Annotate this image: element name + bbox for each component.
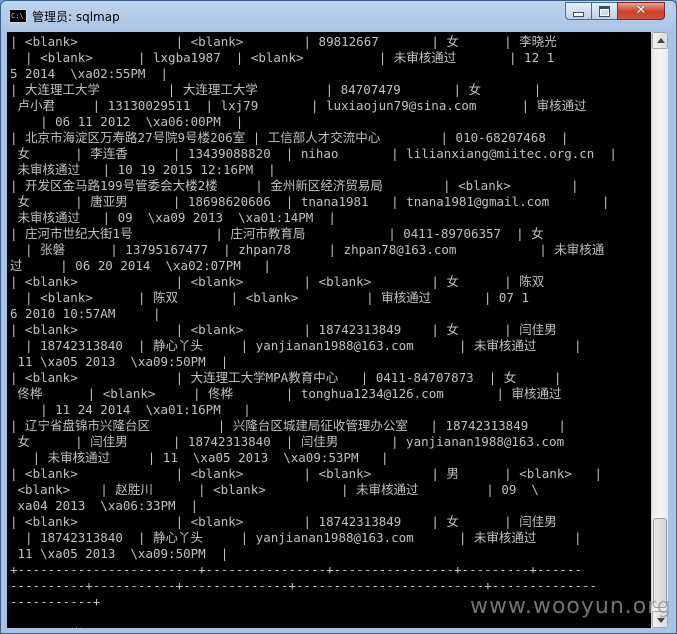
arrow-up-icon [657, 38, 665, 43]
console-line: 11 \xa05 2013 \xa09:50PM | [10, 546, 229, 561]
console-line: 女 | 唐亚男 | 18698620606 | tnana1981 | tnan… [10, 194, 610, 209]
console-line: | 未审核通过 | 11 \xa05 2013 \xa09:53PM | [10, 450, 389, 465]
console-line: | 11 24 2014 \xa01:16PM | [10, 402, 251, 417]
console-line: ----------+-----------+--------------+--… [10, 578, 597, 593]
close-button[interactable]: ✕ [617, 2, 665, 20]
console-line: | 18742313840 | 静心丫头 | yanjianan1988@163… [10, 338, 582, 353]
maximize-icon [599, 5, 610, 17]
console-line: | 辽宁省盘锦市兴隆台区 | 兴隆台区城建局征收管理办公室 | 18742313… [10, 418, 566, 433]
console-line: | 18742313840 | 静心丫头 | yanjianan1988@163… [10, 530, 582, 545]
cmd-icon[interactable]: C:\ [9, 9, 27, 23]
console-line: 卢小君 | 13130029511 | lxj79 | luxiaojun79@… [10, 98, 587, 113]
console-line: | <blank> | <blank> | 18742313849 | 女 | … [10, 514, 557, 529]
console-line: | <blank> | <blank> | 89812667 | 女 | 李晓光 [10, 34, 557, 49]
window-title: 管理员: sqlmap [32, 10, 120, 24]
console-output[interactable]: | <blank> | <blank> | 89812667 | 女 | 李晓光… [7, 32, 651, 628]
console-line: +------------------------+--------------… [10, 562, 582, 577]
console-line: 11 \xa05 2013 \xa09:50PM | [10, 354, 229, 369]
console-line: 6 2010 10:57AM | [10, 306, 161, 321]
watermark: www.wooyun.org [470, 594, 672, 619]
console-line: | 开发区金马路199号管委会大楼2楼 | 金州新区经济贸易局 | <blank… [10, 178, 579, 193]
minimize-icon [573, 12, 584, 17]
title-bar[interactable]: C:\ 管理员: sqlmap ✕ [1, 1, 676, 31]
console-line: | <blank> | 陈双 | <blank> | 审核通过 | 07 1 [10, 290, 530, 305]
console-line: | <blank> | 大连理工大学MPA教育中心 | 0411-8470787… [10, 370, 562, 385]
console-line: | <blank> | <blank> | 18742313849 | 女 | … [10, 322, 557, 337]
console-line: | <blank> | lxgba1987 | <blank> | 未审核通过 … [10, 50, 555, 65]
console-line: <blank> | 赵胜川 | <blank> | 未审核通过 | 09 \ [10, 482, 539, 497]
console-line: 过 | 06 20 2014 \xa02:07PM | [10, 258, 271, 273]
console-line: | 06 11 2012 \xa06:00PM | [10, 114, 244, 129]
console-line: 佟桦 | <blank> | 佟桦 | tonghua1234@126.com … [10, 386, 562, 401]
console-line: | 大连理工大学 | 大连理工大学 | 84707479 | 女 | [10, 82, 542, 97]
minimize-button[interactable] [565, 2, 592, 20]
console-line: 5 2014 \xa02:55PM | [10, 66, 169, 81]
console-line: | <blank> | <blank> | <blank> | 男 | <bla… [10, 466, 602, 481]
console-window: C:\ 管理员: sqlmap ✕ | <blank> | <blank> | … [0, 0, 677, 634]
maximize-button[interactable] [591, 2, 618, 20]
console-line: xa04 2013 \xa06:33PM | [10, 498, 199, 513]
scroll-up-button[interactable] [652, 32, 668, 49]
console-line: 未审核通过 | 10 19 2015 12:16PM | [10, 162, 276, 177]
console-line: | 北京市海淀区万寿路27号院9号楼206室 | 工信部人才交流中心 | 010… [10, 130, 569, 145]
console-line: 女 | 闫佳男 | 18742313840 | 闫佳男 | yanjianan1… [10, 434, 565, 449]
close-icon: ✕ [635, 3, 647, 18]
console-line: 未审核通过 | 09 \xa09 2013 \xa01:14PM | [10, 210, 336, 225]
console-line: 半: [10, 626, 650, 628]
console-line: | 张磐 | 13795167477 | zhpan78 | zhpan78@1… [10, 242, 605, 257]
console-line: | 庄河市世纪大街1号 | 庄河市教育局 | 0411-89706357 | 女 [10, 226, 544, 241]
console-line: 女 | 李连香 | 13439088820 | nihao | lilianxi… [10, 146, 617, 161]
vertical-scrollbar[interactable] [651, 32, 668, 628]
console-line: | <blank> | <blank> | <blank> | 女 | 陈双 [10, 274, 545, 289]
